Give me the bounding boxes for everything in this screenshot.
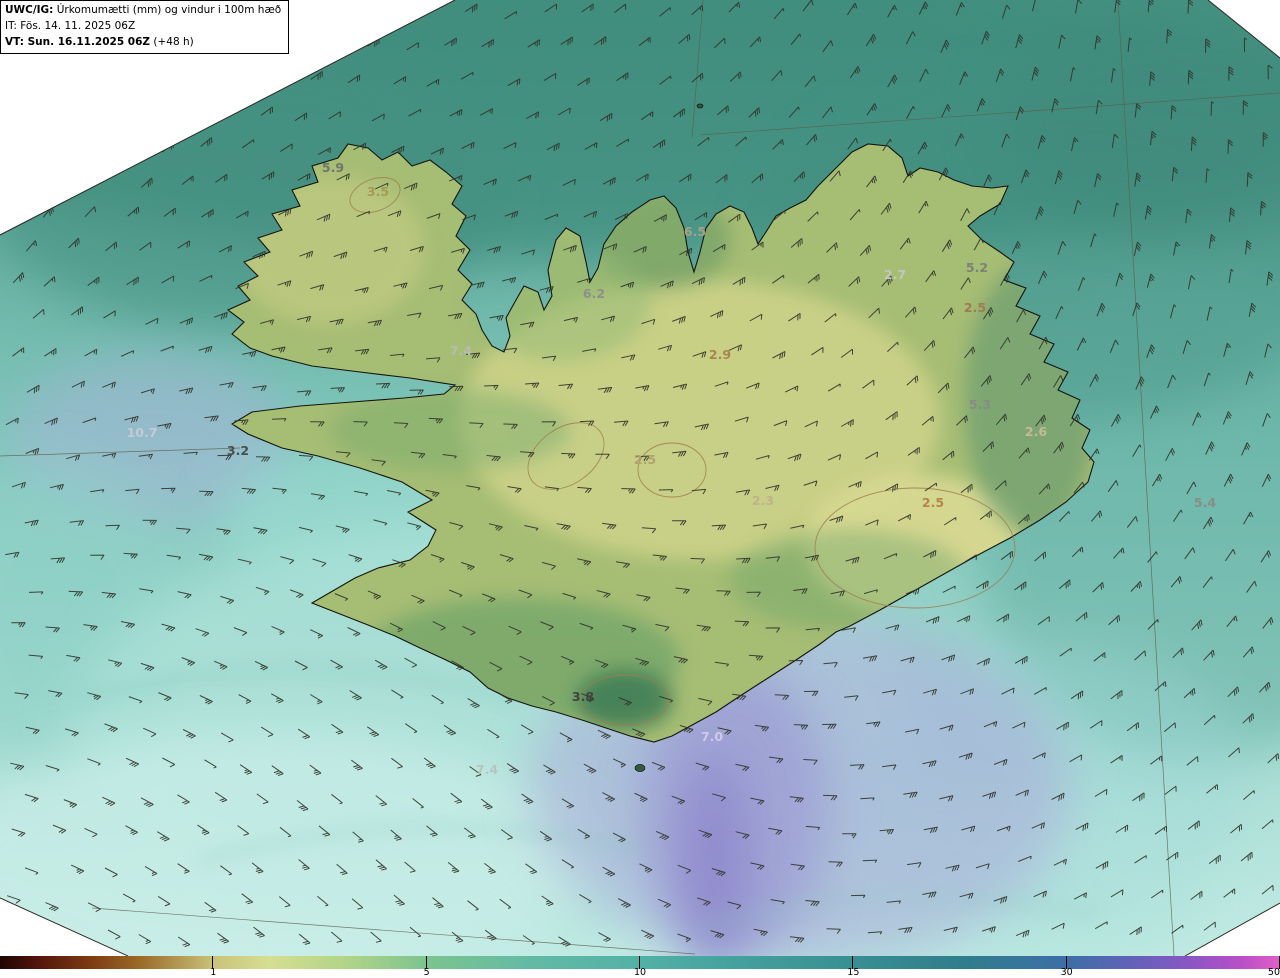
map-title-line: UWC/IG: Úrkomumætti (mm) og vindur i 100… <box>5 3 281 19</box>
precip-value-label: 7.0 <box>701 729 723 744</box>
precip-value-label: 7.4 <box>476 762 498 777</box>
precip-value-label: 10.7 <box>127 425 158 440</box>
precip-value-label: 6.2 <box>583 286 605 301</box>
precip-value-label: 2.9 <box>709 347 731 362</box>
precip-value-label: 3.5 <box>367 184 389 199</box>
valid-time-line: VT: Sun. 16.11.2025 06Z (+48 h) <box>5 35 281 51</box>
precip-value-label: 7.4 <box>450 343 472 358</box>
precip-value-label: 2.5 <box>964 300 986 315</box>
forecast-offset-label: (+48 h) <box>150 35 194 48</box>
precip-value-label: 3.2 <box>227 443 249 458</box>
precipitation-colorbar: 1 5 10 15 30 50 <box>0 956 1280 978</box>
precip-value-label: 5.2 <box>966 260 988 275</box>
map-title-text: Úrkomumætti (mm) og vindur i 100m hæð <box>53 4 282 16</box>
precip-value-label: 2.3 <box>752 493 774 508</box>
islet <box>634 764 646 772</box>
precip-value-label: 6.5 <box>684 224 706 239</box>
model-name-label: UWC/IG: <box>5 4 54 16</box>
colorbar-tick-label: 10 <box>633 967 647 978</box>
precip-value-label: 2.7 <box>884 267 906 282</box>
precip-value-label: 5.9 <box>322 160 344 175</box>
precip-value-label: 2.5 <box>634 452 656 467</box>
weather-map-page: 5.9 3.5 6.5 6.2 2.7 5.2 2.5 2.9 7.4 5.3 2.6 10.7 3.2… <box>0 0 1280 978</box>
colorbar-tick-label: 15 <box>847 967 860 978</box>
precip-value-label: 2.6 <box>1025 424 1047 439</box>
precip-value-label: 5.4 <box>1194 495 1216 510</box>
colorbar-tick-label: 50 <box>1267 967 1280 978</box>
colorbar-labels: 1 5 10 15 30 50 <box>0 967 1280 978</box>
precip-value-label: 2.5 <box>922 495 944 510</box>
map-title-box: UWC/IG: Úrkomumætti (mm) og vindur i 100… <box>0 0 290 55</box>
valid-time-label: VT: Sun. 16.11.2025 06Z <box>5 35 151 48</box>
islet <box>696 103 704 109</box>
colorbar-tick-label: 5 <box>423 967 430 978</box>
colorbar-tick-label: 1 <box>210 967 217 978</box>
init-time-line: IT: Fös. 14. 11. 2025 06Z <box>5 19 136 32</box>
precip-value-label: 5.3 <box>969 397 991 412</box>
precip-value-label: 3.8 <box>572 689 594 704</box>
weather-map: 5.9 3.5 6.5 6.2 2.7 5.2 2.5 2.9 7.4 5.3 2.6 10.7 3.2… <box>0 0 1280 956</box>
colorbar-tick-label: 30 <box>1060 967 1073 978</box>
